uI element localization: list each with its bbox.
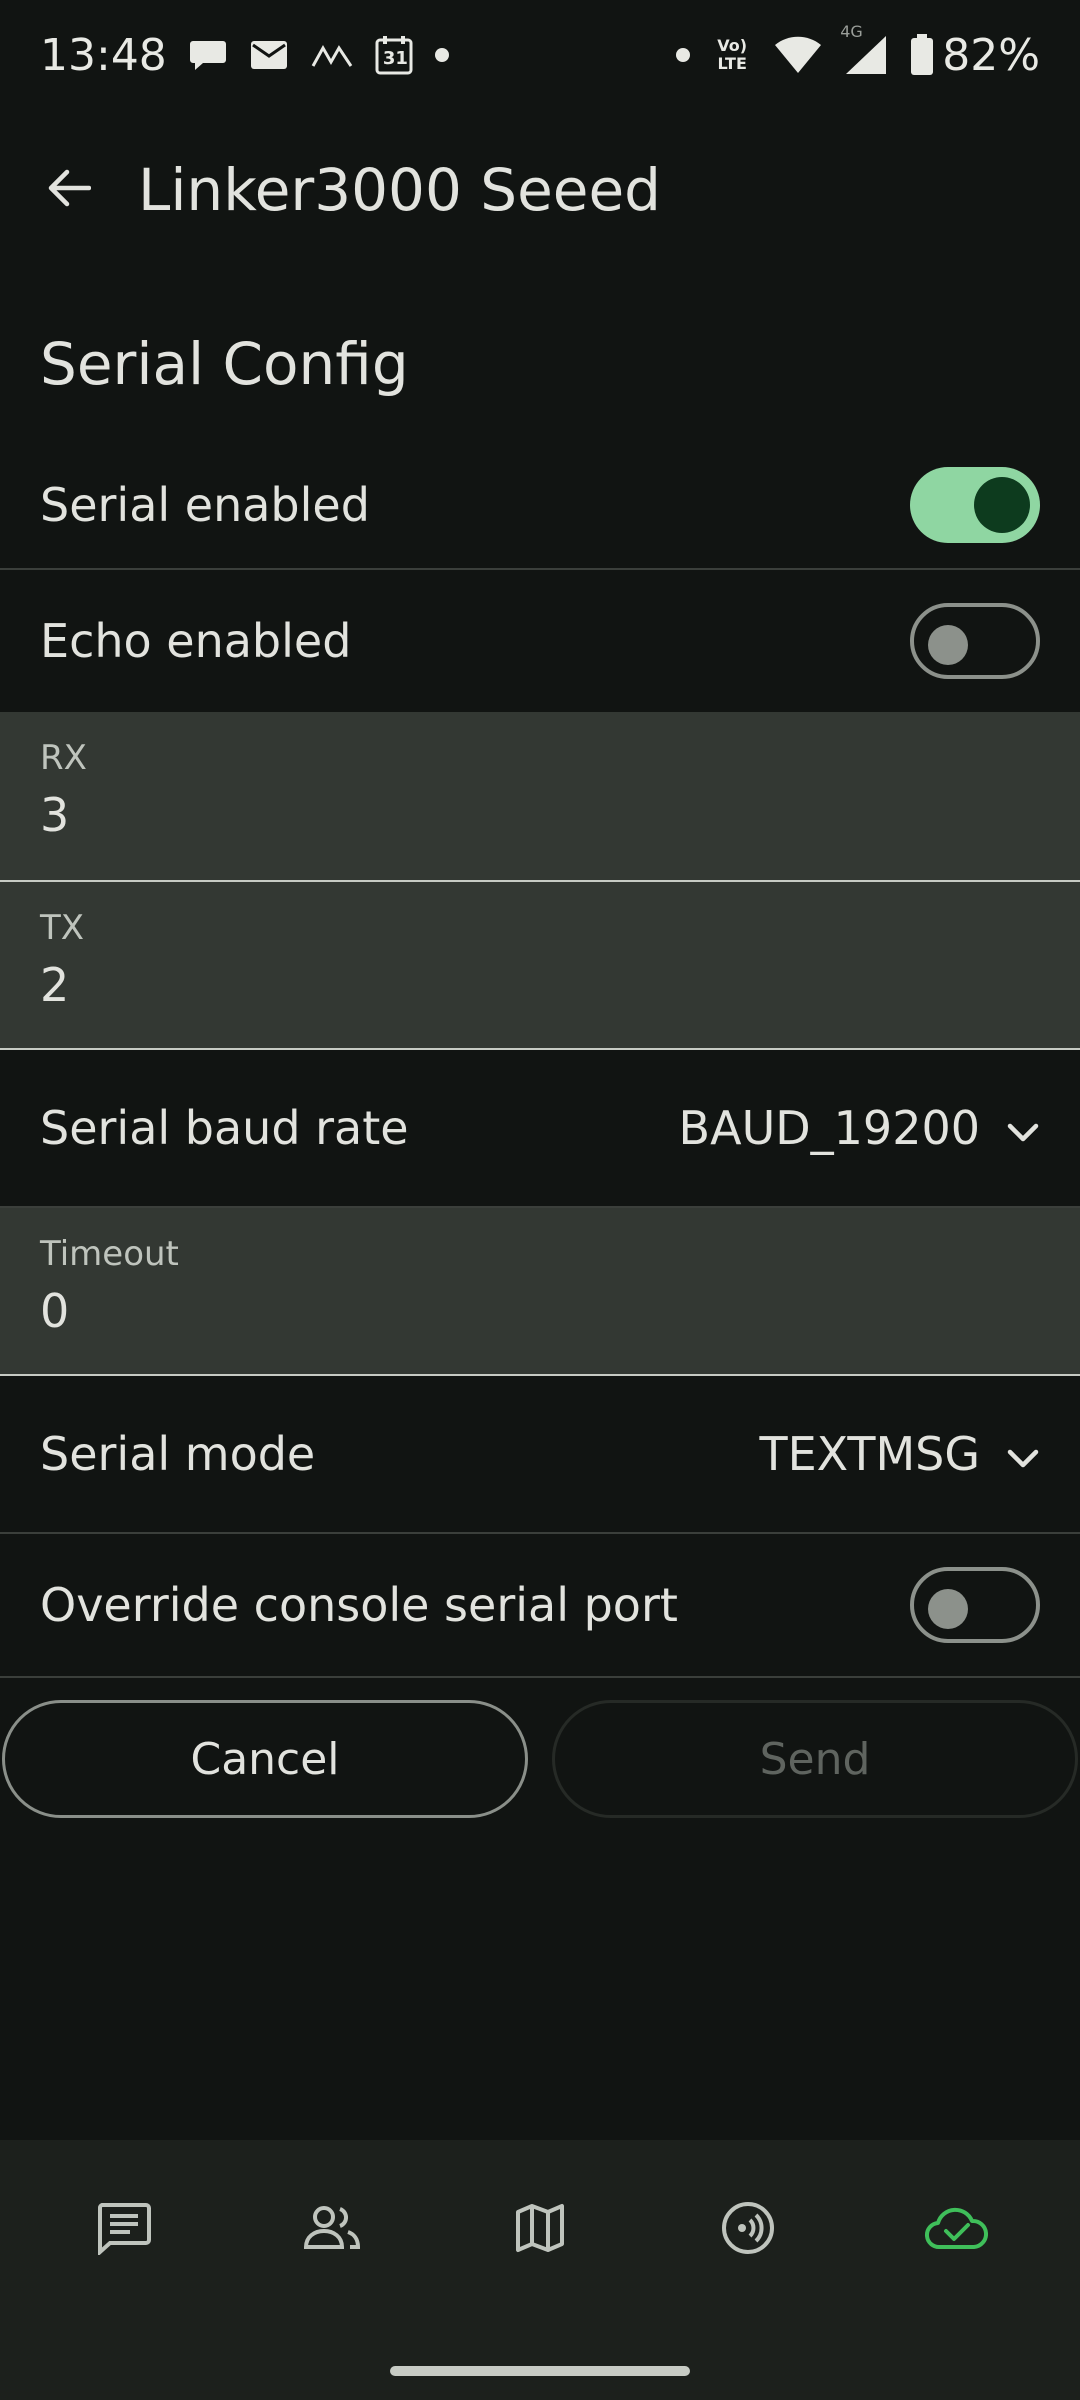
battery-icon (910, 34, 934, 76)
baud-rate-row: Serial baud rate BAUD_19200 (0, 1050, 1080, 1206)
dot-icon (434, 48, 449, 62)
chevron-down-icon (1006, 1427, 1040, 1481)
messages-icon (96, 2201, 152, 2259)
baud-rate-label: Serial baud rate (40, 1101, 409, 1155)
toggle-knob (974, 477, 1030, 533)
map-icon (514, 2202, 566, 2258)
volte-icon: Vo) LTE (712, 37, 752, 73)
send-button[interactable]: Send (552, 1700, 1078, 1818)
tx-label: TX (40, 908, 85, 948)
mail-icon (249, 39, 289, 71)
override-console-toggle[interactable] (910, 1567, 1040, 1643)
timeout-field[interactable]: Timeout 0 (0, 1208, 1080, 1376)
echo-enabled-label: Echo enabled (40, 614, 352, 668)
nav-contacts[interactable] (277, 2175, 387, 2285)
cell-signal-icon: 4G (840, 22, 888, 76)
timeout-value[interactable]: 0 (40, 1284, 1040, 1338)
chat-bubble-icon (189, 37, 227, 73)
nav-connections[interactable] (901, 2175, 1011, 2285)
bottom-navigation (0, 2140, 1080, 2400)
battery-percent: 82% (942, 29, 1040, 81)
serial-enabled-label: Serial enabled (40, 478, 370, 532)
status-bar-left: 13:48 31 (40, 30, 449, 81)
toggle-knob (928, 625, 968, 665)
contacts-icon (302, 2205, 362, 2255)
status-bar-right: Vo) LTE 4G 82% (676, 22, 1040, 81)
nav-messages[interactable] (69, 2175, 179, 2285)
calendar-day: 31 (382, 48, 408, 69)
serial-mode-row: Serial mode TEXTMSG (0, 1376, 1080, 1532)
app-bar: Linker3000 Seeed (0, 110, 1080, 270)
rx-value[interactable]: 3 (40, 788, 1040, 842)
status-time: 13:48 (40, 29, 167, 81)
serial-mode-dropdown[interactable]: TEXTMSG (760, 1427, 1041, 1481)
serial-mode-value: TEXTMSG (759, 1427, 981, 1481)
toggle-knob (928, 1589, 968, 1629)
section-title: Serial Config (40, 330, 409, 398)
nav-map[interactable] (485, 2175, 595, 2285)
cloud-connected-icon (924, 2205, 988, 2255)
volte-label: Vo) LTE (717, 36, 748, 73)
cancel-button[interactable]: Cancel (2, 1700, 528, 1818)
serial-enabled-toggle[interactable] (910, 467, 1040, 543)
tx-value[interactable]: 2 (40, 958, 1040, 1012)
echo-enabled-row[interactable]: Echo enabled (0, 570, 1080, 712)
wifi-icon (774, 35, 822, 75)
serial-enabled-row[interactable]: Serial enabled (0, 440, 1080, 570)
timeout-label: Timeout (40, 1234, 179, 1274)
dot-icon (676, 48, 691, 62)
serial-mode-label: Serial mode (40, 1427, 316, 1481)
arrow-back-icon (47, 168, 92, 212)
chevron-down-icon (1006, 1101, 1040, 1155)
home-indicator[interactable] (390, 2366, 690, 2376)
divider (0, 1676, 1080, 1678)
override-console-row[interactable]: Override console serial port (0, 1534, 1080, 1676)
status-bar: 13:48 31 Vo) LTE 4G 82% (0, 0, 1080, 110)
radio-icon (720, 2200, 776, 2260)
nav-radio[interactable] (693, 2175, 803, 2285)
back-button[interactable] (34, 155, 104, 225)
rx-label: RX (40, 738, 87, 778)
override-console-label: Override console serial port (40, 1578, 678, 1632)
tx-field[interactable]: TX 2 (0, 882, 1080, 1050)
signal-wave-icon (311, 42, 353, 68)
baud-rate-dropdown[interactable]: BAUD_19200 (679, 1101, 1040, 1155)
network-type: 4G (840, 22, 863, 41)
calendar-icon: 31 (375, 35, 413, 75)
rx-field[interactable]: RX 3 (0, 712, 1080, 882)
page-title: Linker3000 Seeed (138, 156, 661, 224)
baud-rate-value: BAUD_19200 (678, 1101, 980, 1155)
echo-enabled-toggle[interactable] (910, 603, 1040, 679)
